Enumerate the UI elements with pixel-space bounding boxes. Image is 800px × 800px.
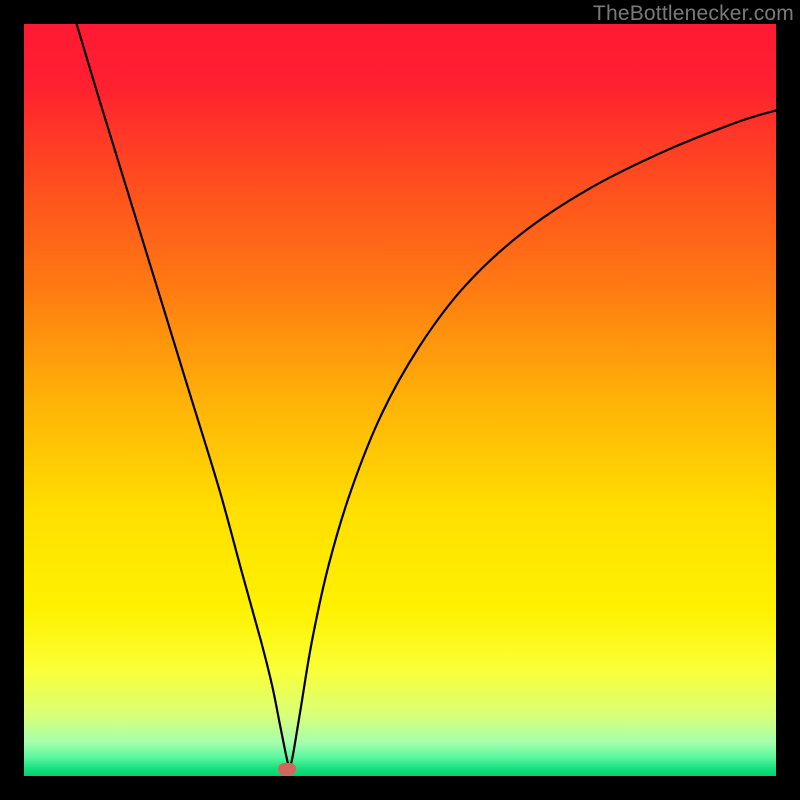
chart-frame [24,24,776,776]
bottleneck-curve [24,24,776,776]
watermark-label: TheBottlenecker.com [593,2,794,26]
optimal-point-marker [278,763,296,775]
